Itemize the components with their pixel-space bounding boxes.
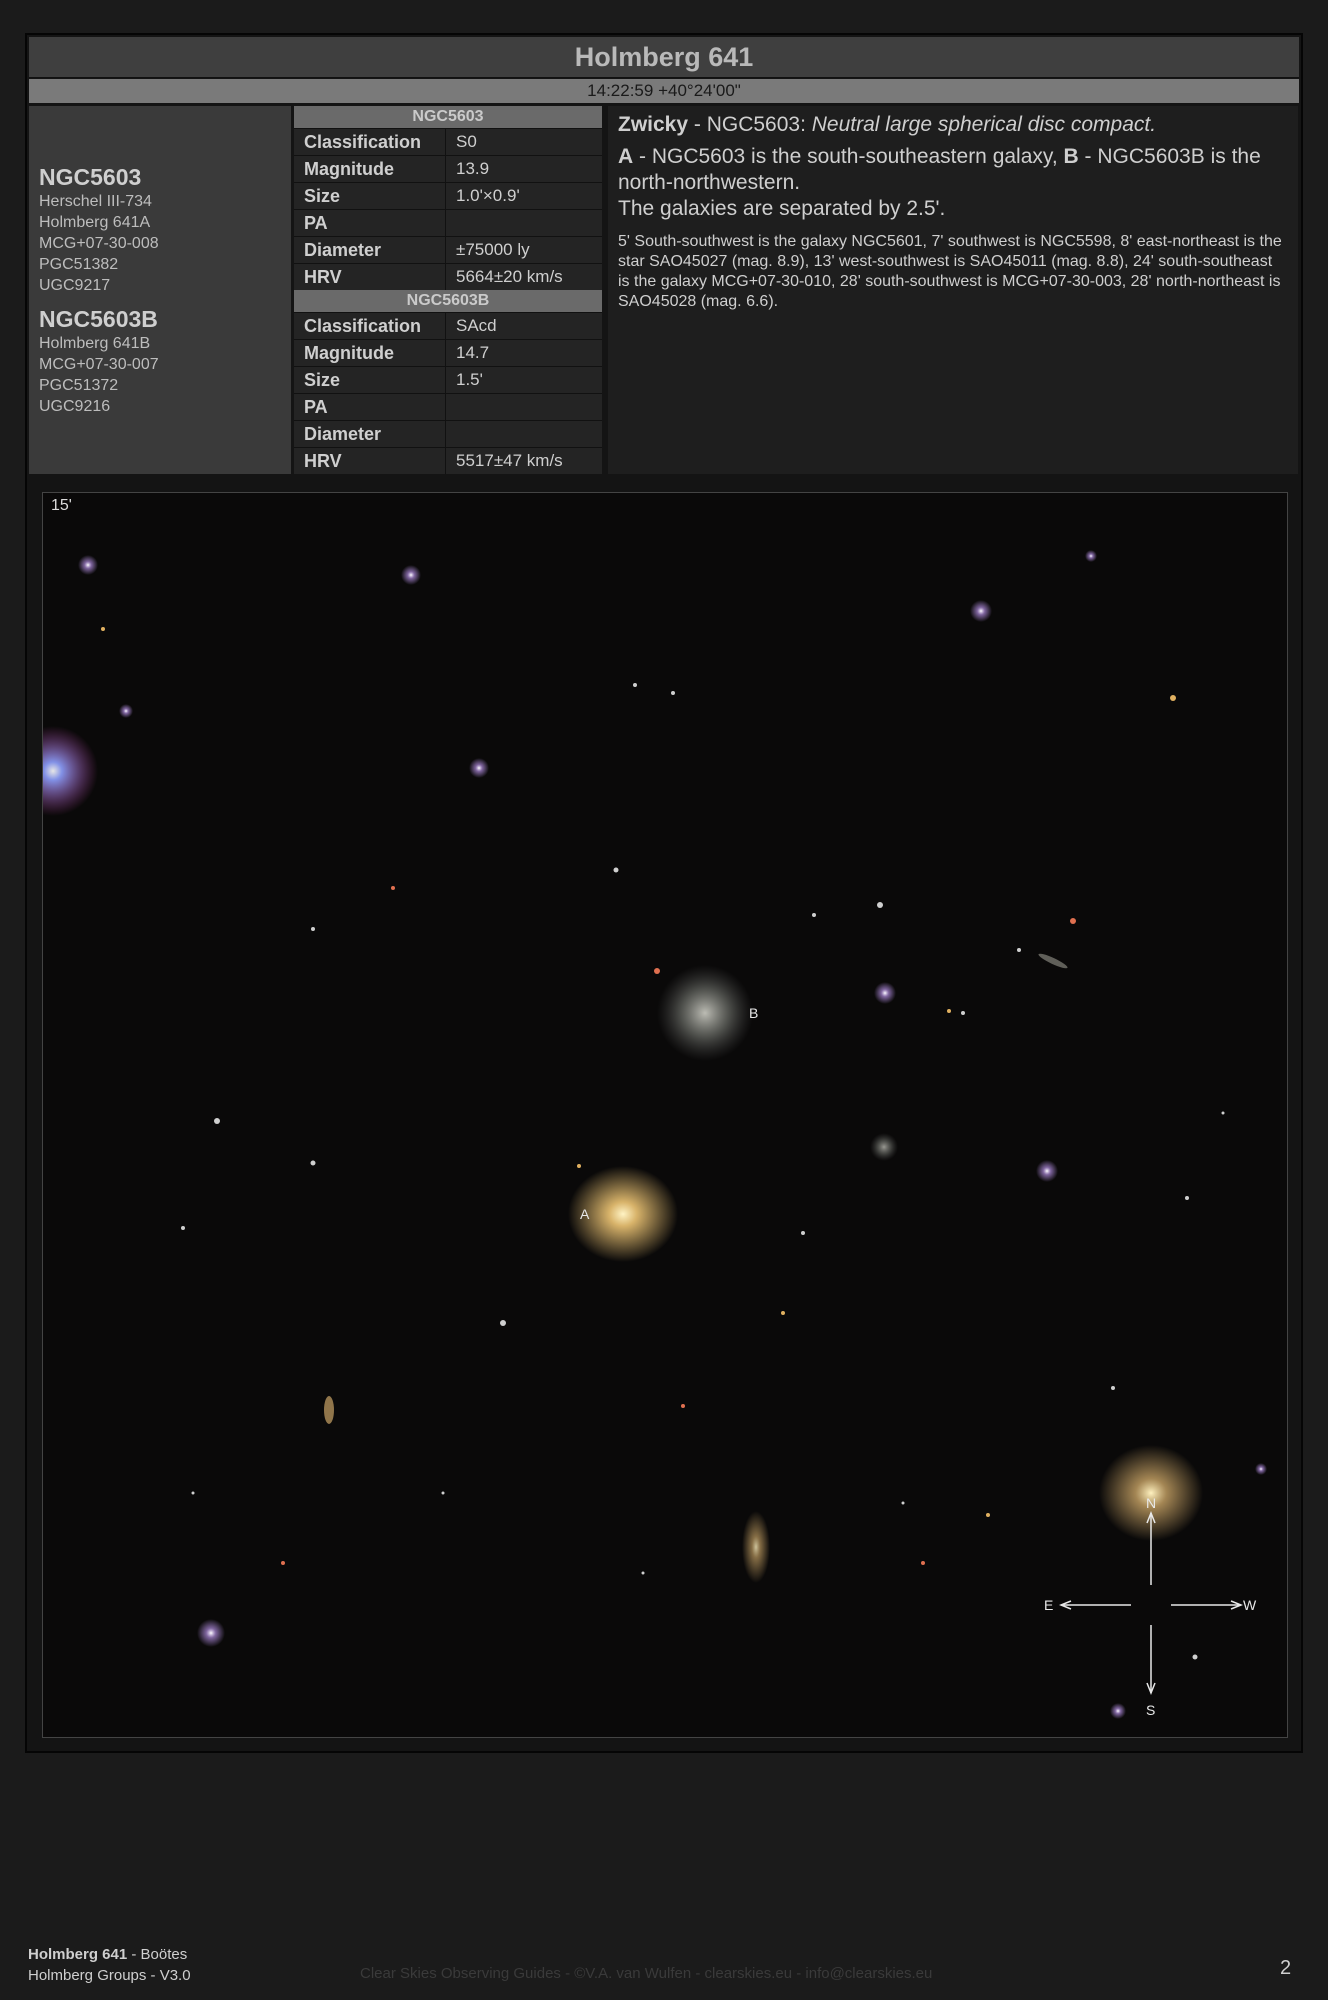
table-row: Size 1.5' (294, 366, 602, 393)
scale-label: 15' (51, 497, 72, 514)
table-row: Classification SAcd (294, 312, 602, 339)
object-ngc5603: NGC5603 Herschel III-734 Holmberg 641A M… (39, 163, 159, 296)
compass-e: E (1044, 1597, 1053, 1613)
label-a-marker: A (580, 1206, 590, 1222)
object-names-panel: NGC5603 Herschel III-734 Holmberg 641A M… (29, 106, 291, 474)
row-key: HRV (294, 264, 446, 290)
row-key: Size (294, 367, 446, 393)
zwicky-text: Neutral large spherical disc compact. (811, 113, 1157, 136)
footer-object: Holmberg 641 (28, 1946, 128, 1963)
row-value: 13.9 (456, 159, 490, 178)
footer-series: Holmberg Groups - V3.0 (28, 1967, 191, 1984)
table-title: NGC5603 (294, 106, 602, 128)
object-alias: MCG+07-30-008 (39, 235, 159, 252)
row-key: Magnitude (294, 156, 446, 182)
guide-frame: Holmberg 641 14:22:59 +40°24'00" NGC5603… (25, 33, 1303, 1753)
star-field: A B N E W S (43, 493, 1287, 1737)
footer-info: Holmberg 641 - Boötes Holmberg Groups - … (28, 1944, 191, 1986)
row-key: Diameter (294, 237, 446, 263)
object-alias: UGC9216 (39, 398, 111, 415)
table-row: HRV 5517±47 km/s (294, 447, 602, 474)
label-b-marker: B (749, 1005, 758, 1021)
table-row: PA (294, 393, 602, 420)
table-title: NGC5603B (294, 290, 602, 312)
object-alias: PGC51382 (39, 256, 119, 273)
compass-s: S (1146, 1702, 1155, 1718)
object-alias: Holmberg 641A (39, 214, 151, 231)
row-key: Size (294, 183, 446, 209)
object-name: NGC5603 (39, 164, 142, 190)
row-value (446, 394, 602, 420)
data-table-ngc5603b: NGC5603B Classification SAcd Magnitude 14.… (294, 290, 602, 474)
row-value: S0 (456, 132, 477, 151)
table-row: Diameter ±75000 ly (294, 236, 602, 263)
row-key: Magnitude (294, 340, 446, 366)
footer-object-line: Holmberg 641 - Boötes (28, 1944, 191, 1965)
neighbourhood-text: 5' South-southwest is the galaxy NGC5601… (618, 233, 1282, 310)
object-alias: UGC9217 (39, 277, 111, 294)
object-ngc5603b: NGC5603B Holmberg 641B MCG+07-30-007 PGC… (39, 305, 159, 417)
components-line: A - NGC5603 is the south-southeastern ga… (618, 144, 1288, 196)
row-value: 5517±47 km/s (456, 451, 563, 470)
row-key: Classification (294, 313, 446, 339)
title-bar: Holmberg 641 (29, 37, 1299, 78)
coordinates: 14:22:59 +40°24'00" (587, 81, 741, 100)
zwicky-line: Zwicky - NGC5603: Neutral large spherica… (618, 112, 1288, 138)
table-row: Diameter (294, 420, 602, 447)
row-key: Diameter (294, 421, 446, 447)
table-row: Magnitude 14.7 (294, 339, 602, 366)
row-value: SAcd (456, 316, 497, 335)
page-title: Holmberg 641 (574, 42, 754, 72)
row-key: Classification (294, 129, 446, 155)
row-key: PA (294, 394, 446, 420)
footer-constellation: - Boötes (127, 1946, 188, 1963)
coords-bar: 14:22:59 +40°24'00" (29, 79, 1299, 103)
table-row: Size 1.0'×0.9' (294, 182, 602, 209)
object-alias: Herschel III-734 (39, 193, 152, 210)
zwicky-label: Zwicky (618, 113, 689, 136)
row-value (446, 210, 602, 236)
table-row: PA (294, 209, 602, 236)
zwicky-object: - NGC5603: (688, 113, 812, 136)
table-row: Classification S0 (294, 128, 602, 155)
page-number: 2 (1280, 1957, 1292, 1979)
row-value: 14.7 (456, 343, 490, 362)
table-row: Magnitude 13.9 (294, 155, 602, 182)
description-panel: Zwicky - NGC5603: Neutral large spherica… (608, 106, 1298, 474)
compass-w: W (1243, 1597, 1257, 1613)
row-value: ±75000 ly (456, 240, 530, 259)
row-key: HRV (294, 448, 446, 474)
separation-line: The galaxies are separated by 2.5'. (618, 197, 946, 220)
footer-credit: Clear Skies Observing Guides - ©V.A. van… (360, 1965, 933, 1982)
label-b: B (1063, 145, 1079, 168)
object-alias: Holmberg 641B (39, 335, 151, 352)
object-alias: PGC51372 (39, 377, 119, 394)
compass-n: N (1146, 1495, 1156, 1511)
row-value: 1.0'×0.9' (456, 186, 520, 205)
row-value (446, 421, 602, 447)
row-value: 5664±20 km/s (456, 267, 563, 286)
table-row: HRV 5664±20 km/s (294, 263, 602, 290)
data-table-ngc5603: NGC5603 Classification S0 Magnitude 13.9 S… (294, 106, 602, 290)
row-value: 1.5' (456, 370, 483, 389)
component-a-text: - NGC5603 is the south-southeastern gala… (633, 145, 1064, 168)
object-alias: MCG+07-30-007 (39, 356, 159, 373)
sky-image: A B N E W S 15' (42, 492, 1288, 1738)
label-a: A (618, 145, 634, 168)
object-name: NGC5603B (39, 306, 158, 332)
row-key: PA (294, 210, 446, 236)
